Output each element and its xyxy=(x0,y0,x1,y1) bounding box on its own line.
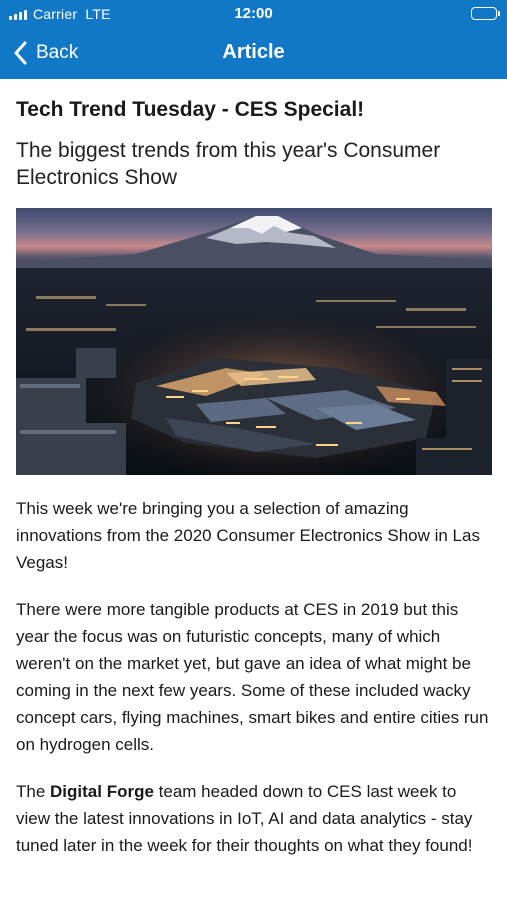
chevron-left-icon xyxy=(10,38,30,68)
article-subtitle: The biggest trends from this year's Cons… xyxy=(16,139,441,189)
status-bar: Carrier LTE 12:00 xyxy=(0,0,507,28)
back-button-label: Back xyxy=(36,42,79,63)
city-mountain-illustration xyxy=(16,208,492,475)
app-header: Carrier LTE 12:00 Back Article xyxy=(0,0,507,79)
article-paragraph-1: This week we're bringing you a selection… xyxy=(16,499,480,572)
article-title: Tech Trend Tuesday - CES Special! xyxy=(16,98,365,121)
article-paragraph-3: The Digital Forge team headed down to CE… xyxy=(16,778,492,859)
navigation-bar: Back Article xyxy=(0,28,507,79)
back-button[interactable]: Back xyxy=(10,38,78,68)
status-time: 12:00 xyxy=(234,5,273,22)
team-name: Digital Forge xyxy=(50,782,154,801)
battery-full-icon xyxy=(471,7,500,20)
hero-image xyxy=(16,208,492,475)
paragraph-3-lead: The xyxy=(16,782,51,801)
article-body: Tech Trend Tuesday - CES Special! The bi… xyxy=(16,79,492,859)
article-paragraph-2: There were more tangible products at CES… xyxy=(16,600,489,754)
